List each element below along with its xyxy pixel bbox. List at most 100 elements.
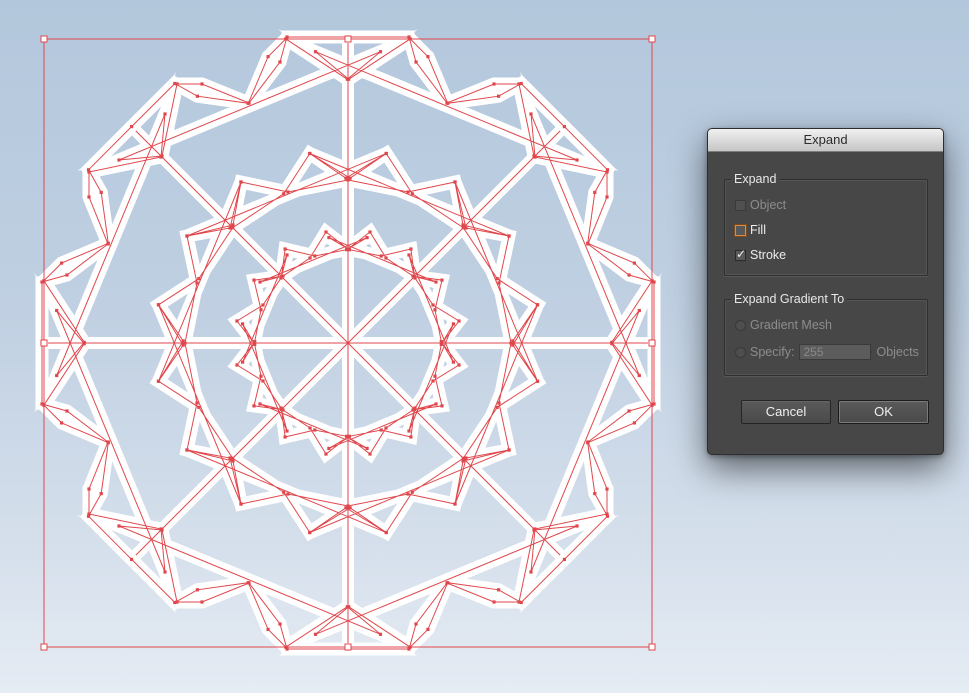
anchor-point[interactable] (507, 234, 511, 238)
anchor-point[interactable] (195, 94, 199, 98)
anchor-point[interactable] (55, 308, 59, 313)
anchor-point[interactable] (99, 492, 103, 496)
anchor-point[interactable] (99, 190, 103, 194)
anchor-point[interactable] (82, 340, 86, 344)
anchor-point[interactable] (562, 125, 566, 129)
specify-objects-input[interactable] (799, 344, 872, 360)
anchor-point[interactable] (431, 379, 435, 383)
anchor-point[interactable] (285, 429, 289, 433)
bounding-box-handle[interactable] (648, 643, 656, 651)
anchor-point[interactable] (414, 60, 418, 64)
gradient-mesh-option[interactable]: Gradient Mesh (735, 317, 832, 333)
anchor-point[interactable] (283, 247, 287, 251)
anchor-point[interactable] (40, 402, 44, 406)
anchor-point[interactable] (173, 600, 177, 605)
anchor-point[interactable] (511, 339, 515, 343)
anchor-point[interactable] (426, 627, 430, 631)
anchor-point[interactable] (433, 308, 437, 312)
anchor-point[interactable] (440, 404, 444, 408)
anchor-point[interactable] (378, 632, 383, 636)
object-checkbox[interactable] (735, 199, 746, 211)
anchor-point[interactable] (313, 254, 317, 258)
gradient-mesh-radio[interactable] (735, 319, 746, 331)
anchor-point[interactable] (451, 322, 455, 326)
anchor-point[interactable] (235, 363, 239, 367)
anchor-point[interactable] (324, 230, 328, 234)
stroke-checkbox[interactable]: ✓ (735, 247, 746, 261)
anchor-point[interactable] (195, 281, 199, 285)
stroke-option[interactable]: ✓ Stroke (735, 247, 786, 263)
anchor-point[interactable] (529, 570, 533, 574)
anchor-point[interactable] (279, 406, 283, 410)
anchor-point[interactable] (197, 405, 201, 409)
anchor-point[interactable] (228, 226, 232, 230)
anchor-point[interactable] (175, 82, 179, 86)
anchor-point[interactable] (313, 632, 318, 636)
anchor-point[interactable] (586, 242, 590, 246)
anchor-point[interactable] (384, 151, 388, 156)
anchor-point[interactable] (246, 581, 250, 585)
anchor-point[interactable] (241, 360, 245, 364)
anchor-point[interactable] (507, 448, 511, 452)
anchor-point[interactable] (282, 490, 286, 494)
anchor-point[interactable] (156, 379, 161, 383)
anchor-point[interactable] (156, 303, 161, 307)
anchor-point[interactable] (285, 253, 289, 257)
anchor-point[interactable] (252, 278, 256, 282)
anchor-point[interactable] (231, 459, 235, 463)
anchor-point[interactable] (313, 50, 318, 54)
bounding-box-handle[interactable] (648, 339, 656, 347)
anchor-point[interactable] (286, 492, 290, 496)
anchor-point[interactable] (259, 308, 263, 312)
anchor-point[interactable] (266, 55, 270, 59)
anchor-point[interactable] (610, 342, 614, 346)
anchor-point[interactable] (451, 360, 455, 364)
anchor-point[interactable] (163, 112, 167, 116)
anchor-point[interactable] (348, 176, 352, 180)
anchor-point[interactable] (285, 35, 289, 39)
anchor-point[interactable] (497, 281, 501, 285)
anchor-point[interactable] (259, 374, 263, 378)
anchor-point[interactable] (378, 50, 383, 54)
anchor-point[interactable] (434, 402, 438, 406)
anchor-point[interactable] (200, 600, 204, 604)
anchor-point[interactable] (519, 81, 523, 86)
anchor-point[interactable] (278, 60, 282, 64)
anchor-point[interactable] (60, 261, 64, 265)
bounding-box-handle[interactable] (648, 35, 656, 43)
anchor-point[interactable] (497, 94, 501, 98)
anchor-point[interactable] (286, 190, 290, 194)
anchor-point[interactable] (185, 234, 189, 238)
anchor-point[interactable] (632, 421, 636, 425)
anchor-point[interactable] (200, 82, 204, 86)
anchor-point[interactable] (345, 434, 349, 438)
anchor-point[interactable] (278, 622, 282, 626)
anchor-point[interactable] (497, 401, 501, 405)
anchor-point[interactable] (575, 524, 579, 528)
anchor-point[interactable] (239, 502, 243, 506)
anchor-point[interactable] (407, 253, 411, 257)
anchor-point[interactable] (55, 373, 59, 378)
anchor-point[interactable] (652, 280, 656, 284)
dialog-title[interactable]: Expand (708, 129, 943, 152)
anchor-point[interactable] (60, 421, 64, 425)
anchor-point[interactable] (239, 180, 243, 184)
anchor-point[interactable] (464, 456, 468, 460)
anchor-point[interactable] (368, 230, 372, 234)
anchor-point[interactable] (197, 277, 201, 281)
anchor-point[interactable] (181, 343, 185, 347)
anchor-point[interactable] (308, 256, 312, 260)
anchor-point[interactable] (308, 530, 312, 535)
specify-radio[interactable] (735, 346, 746, 358)
anchor-point[interactable] (87, 512, 91, 516)
bounding-box-handle[interactable] (344, 643, 352, 651)
anchor-point[interactable] (637, 308, 641, 313)
anchor-point[interactable] (235, 319, 239, 323)
anchor-point[interactable] (461, 223, 465, 227)
anchor-point[interactable] (379, 428, 383, 432)
anchor-point[interactable] (406, 190, 410, 194)
anchor-point[interactable] (130, 557, 134, 561)
anchor-point[interactable] (252, 404, 256, 408)
anchor-point[interactable] (258, 280, 262, 284)
anchor-point[interactable] (308, 426, 312, 430)
